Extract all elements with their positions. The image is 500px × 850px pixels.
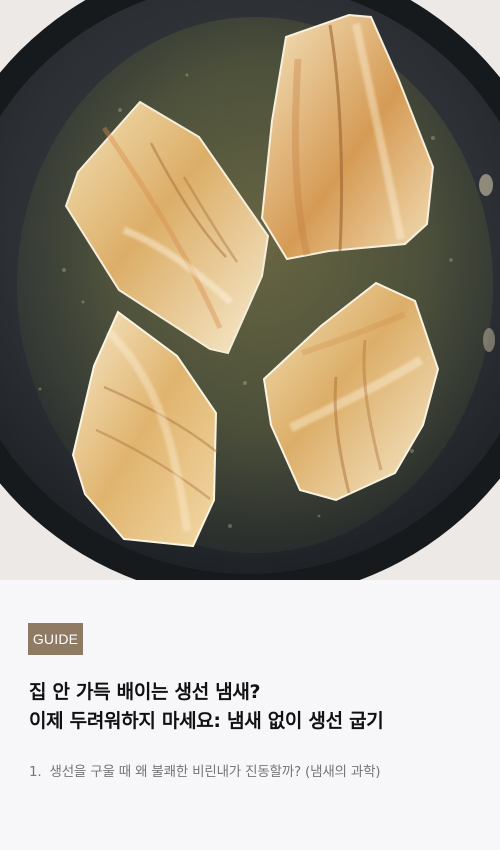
article-title: 집 안 가득 배이는 생선 냄새? 이제 두려워하지 마세요: 냄새 없이 생선… (29, 678, 471, 736)
guide-badge: GUIDE (28, 623, 83, 655)
article-card: GUIDE 집 안 가득 배이는 생선 냄새? 이제 두려워하지 마세요: 냄새… (0, 580, 500, 850)
pan-rivet-lower (483, 328, 495, 352)
guide-page: GUIDE 집 안 가득 배이는 생선 냄새? 이제 두려워하지 마세요: 냄새… (0, 0, 500, 850)
title-line-2: 이제 두려워하지 마세요: 냄새 없이 생선 굽기 (29, 710, 384, 732)
pan-rivet-right (479, 174, 493, 196)
pan-seared-fish-illustration (0, 0, 500, 580)
toc-item[interactable]: 1. 생선을 구울 때 왜 불쾌한 비린내가 진동할까? (냄새의 과학) (29, 762, 471, 782)
toc-item-number: 1. (29, 764, 42, 780)
title-line-1: 집 안 가득 배이는 생선 냄새? (29, 681, 261, 703)
toc-item-text: 생선을 구울 때 왜 불쾌한 비린내가 진동할까? (냄새의 과학) (49, 764, 381, 780)
hero-image (0, 0, 500, 580)
